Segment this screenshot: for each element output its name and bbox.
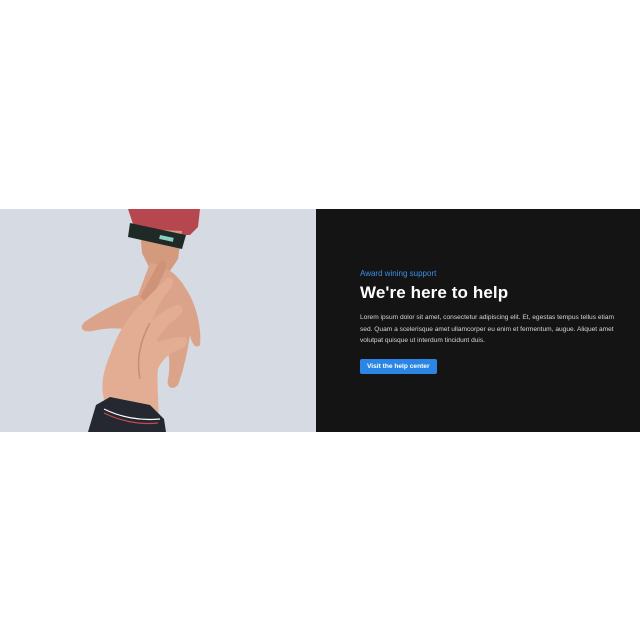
eyebrow-text: Award wining support — [360, 269, 437, 278]
hands-reaching-photo — [0, 209, 316, 432]
page: Award wining support We're here to help … — [0, 0, 640, 640]
hands-illustration — [81, 209, 201, 432]
hero-title: We're here to help — [360, 283, 509, 302]
visit-help-center-button[interactable]: Visit the help center — [360, 358, 437, 374]
hero-body-text: Lorem ipsum dolor sit amet, consectetur … — [360, 314, 614, 345]
help-banner: Award wining support We're here to help … — [0, 209, 640, 432]
help-content-panel: Award wining support We're here to help … — [316, 209, 640, 432]
